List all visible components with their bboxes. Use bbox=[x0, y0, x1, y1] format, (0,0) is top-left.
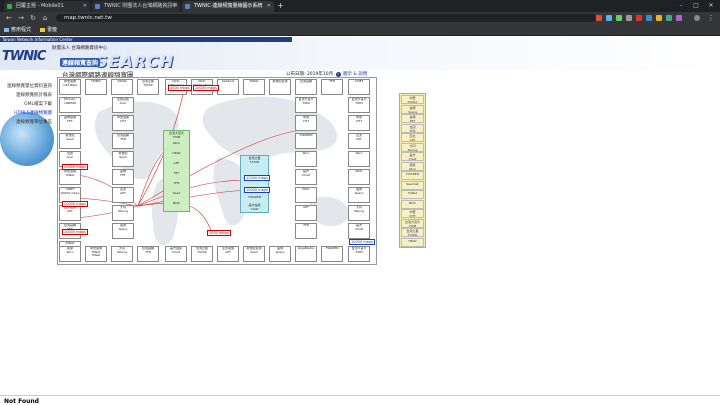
network-node[interactable]: 速博 Sparq bbox=[348, 187, 370, 203]
network-node[interactable]: Kbro bbox=[348, 151, 370, 167]
network-node[interactable]: TWAREN bbox=[321, 246, 343, 262]
network-node[interactable]: 台灣固網TFN bbox=[112, 133, 134, 149]
network-node[interactable]: 宏碁資訊 Acer bbox=[112, 97, 134, 113]
network-node[interactable]: 中華電信 US/HINet bbox=[59, 79, 81, 95]
legend-item[interactable]: HiNet bbox=[401, 237, 424, 247]
green-node[interactable]: NCIC bbox=[163, 201, 190, 206]
legend-item[interactable]: 凱擘 Kbro bbox=[401, 161, 424, 171]
green-node[interactable]: 台灣大哥大 TWM bbox=[163, 131, 190, 139]
network-node[interactable]: 台灣大哥大 TWM bbox=[348, 246, 370, 262]
network-node[interactable]: 是方 Chief bbox=[295, 169, 317, 185]
network-node[interactable]: 台灣大哥大 TWM bbox=[295, 97, 317, 113]
green-node[interactable]: HiNet bbox=[163, 151, 190, 156]
network-node[interactable]: 遠傳電信 FET bbox=[59, 115, 81, 131]
network-node[interactable]: 台灣之星 TSTAR bbox=[137, 79, 159, 95]
network-node[interactable]: Kbro bbox=[295, 151, 317, 167]
network-node[interactable]: 亞太 APT bbox=[112, 187, 134, 203]
network-node[interactable]: CHIEF bbox=[348, 79, 370, 95]
legend-item[interactable]: 亞太 APT bbox=[401, 133, 424, 142]
bandwidth-label: 12000 mbps bbox=[244, 175, 270, 181]
green-node[interactable]: TFN bbox=[163, 181, 190, 186]
network-node[interactable]: 中華 CHT bbox=[348, 115, 370, 131]
network-node[interactable]: 新世紀 Seed bbox=[112, 151, 134, 167]
network-node[interactable]: TANet bbox=[243, 79, 265, 95]
green-node[interactable]: APT bbox=[163, 161, 190, 166]
legend-item[interactable]: 中華 Chtfax bbox=[401, 95, 424, 104]
network-node[interactable]: 遠傳 FET bbox=[112, 169, 134, 185]
network-node[interactable]: 速博 Sparq bbox=[269, 246, 291, 262]
network-node[interactable]: 凱擘 Kbro bbox=[59, 246, 81, 262]
legend-item[interactable]: 大同 Tatung bbox=[401, 142, 424, 152]
legend-item[interactable]: Seednet bbox=[401, 180, 424, 190]
bandwidth-label: 1000 mbps bbox=[207, 230, 231, 236]
network-node[interactable]: Seednet bbox=[217, 79, 239, 95]
legend-item[interactable]: NCIC bbox=[401, 199, 424, 209]
legend-item[interactable]: 台灣大哥大 TWM bbox=[401, 218, 424, 228]
network-node[interactable]: GigaMedia bbox=[295, 246, 317, 262]
legend-item[interactable]: TWAREN bbox=[401, 171, 424, 180]
network-node[interactable]: 台灣固網 bbox=[295, 79, 317, 95]
not-found-text: Not Found bbox=[4, 398, 39, 405]
bandwidth-label: 10000 mbps bbox=[244, 187, 270, 193]
green-node[interactable]: FET bbox=[163, 171, 190, 176]
network-node[interactable]: 大同 Tatung bbox=[112, 205, 134, 221]
bandwidth-label: 20000 mbps bbox=[193, 85, 219, 91]
network-node[interactable]: APT bbox=[295, 205, 317, 221]
network-node[interactable]: TFN bbox=[321, 79, 343, 95]
network-node[interactable]: 是方電訊 Chief bbox=[165, 246, 187, 262]
network-node[interactable]: 中華 CHT bbox=[295, 115, 317, 131]
legend-item[interactable]: 遠傳 FET bbox=[401, 114, 424, 123]
legend-item[interactable]: 台灣之星 TSTAR bbox=[401, 228, 424, 237]
network-node[interactable]: 中華電信 HiNet bbox=[59, 169, 81, 185]
network-node[interactable]: 新世紀資通 Seed bbox=[243, 246, 265, 262]
cyan-node[interactable]: 台灣之星 TSTAR bbox=[240, 156, 269, 164]
cyan-node[interactable]: TWAREN bbox=[240, 195, 269, 200]
bandwidth-label: 10000 mbps bbox=[349, 239, 375, 245]
network-node[interactable]: ASNet bbox=[111, 79, 133, 95]
bandwidth-label: 4000 mbps bbox=[168, 85, 192, 91]
network-node[interactable]: 亞太電信 APT bbox=[217, 246, 239, 262]
network-node[interactable]: 台灣大哥大 TWM bbox=[348, 97, 370, 113]
green-node[interactable]: Kbro bbox=[163, 141, 190, 146]
network-node[interactable]: 中華電信HiNet HiNet bbox=[85, 246, 107, 262]
network-node[interactable]: Ministry LINKMN bbox=[59, 97, 81, 113]
bandwidth-label: 20000 mbps bbox=[62, 201, 88, 207]
legend-item[interactable]: 中華 CHT bbox=[401, 209, 424, 218]
legend-item[interactable]: 速博 Sparq bbox=[401, 104, 424, 114]
legend-item[interactable]: 是方 Chief bbox=[401, 152, 424, 161]
network-node[interactable]: 新世紀 Seed bbox=[59, 133, 81, 149]
network-node[interactable]: 亞太電信 APT bbox=[59, 205, 81, 221]
network-node[interactable]: 新世紀資通 bbox=[269, 79, 291, 95]
network-node[interactable]: NCIC bbox=[348, 169, 370, 185]
network-node[interactable]: NCIC bbox=[295, 187, 317, 203]
network-node[interactable]: 台灣之星 TSTAR bbox=[191, 246, 213, 262]
network-node[interactable]: TWNIC bbox=[85, 79, 107, 95]
cyan-node[interactable]: 是方電訊 Chief bbox=[240, 203, 269, 211]
network-node[interactable]: 是方 Chief bbox=[348, 223, 370, 239]
bandwidth-label: 20000 mbps bbox=[62, 164, 88, 170]
network-node[interactable]: 台灣固網TFN bbox=[137, 246, 159, 262]
network-node[interactable]: TWAREN bbox=[295, 133, 317, 149]
network-node[interactable]: 亞太 APT bbox=[348, 133, 370, 149]
network-node[interactable]: TFN bbox=[295, 223, 317, 239]
network-node[interactable]: 中華電信 CHT bbox=[112, 115, 134, 131]
green-node[interactable]: Seed bbox=[163, 191, 190, 196]
legend-item[interactable]: 台固 TFN bbox=[401, 123, 424, 133]
legend-item[interactable]: TANet bbox=[401, 190, 424, 199]
divider bbox=[0, 395, 720, 396]
network-node[interactable]: 速博 Sparq bbox=[112, 223, 134, 239]
bandwidth-label: 10000 mbps bbox=[62, 229, 88, 235]
network-node[interactable]: 大同 Tatung bbox=[111, 246, 133, 262]
network-node[interactable]: 大同 Tatung bbox=[348, 205, 370, 221]
